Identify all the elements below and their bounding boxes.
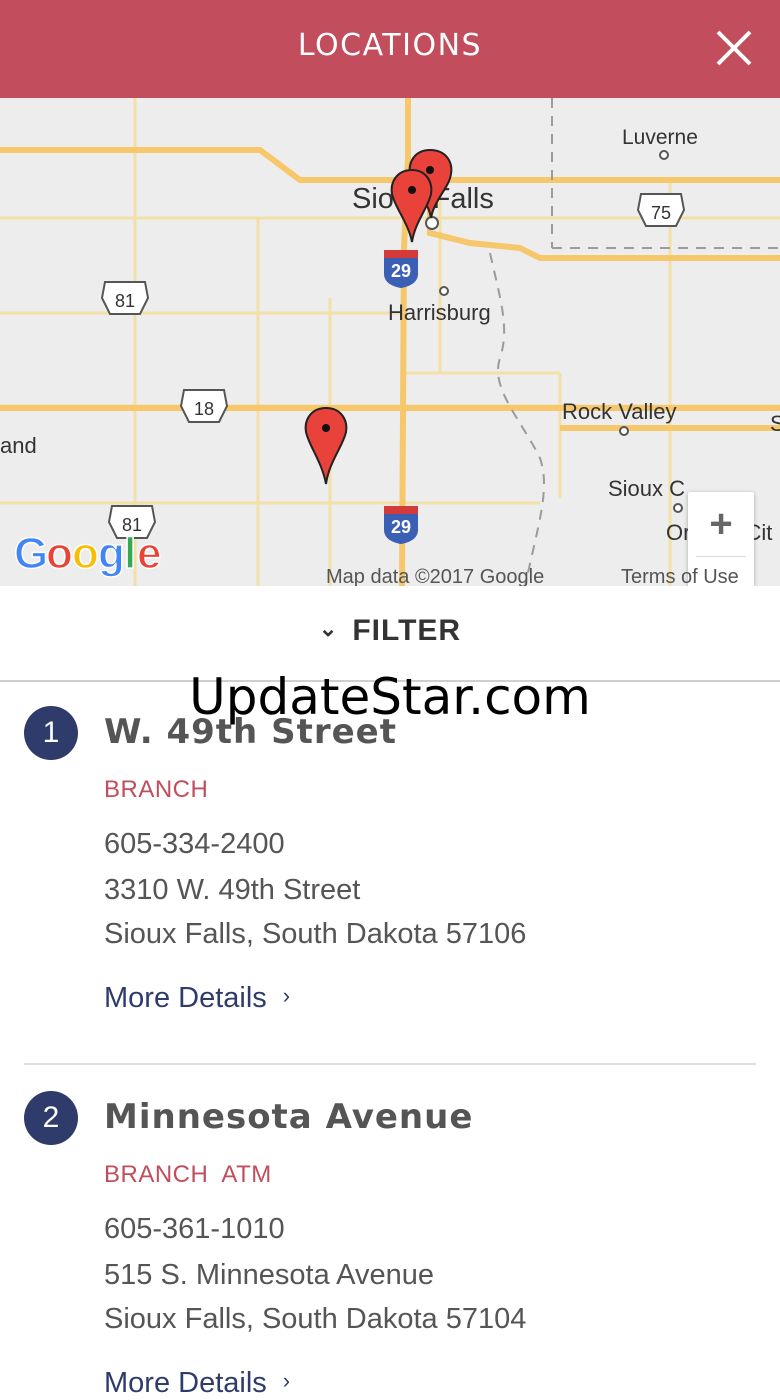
location-phone[interactable]: 605-361-1010 [104, 1213, 285, 1246]
interstate-shield-icon: 29 [384, 506, 418, 544]
location-number-badge: 2 [24, 1091, 78, 1145]
svg-text:o: o [72, 529, 99, 578]
more-details-label: More Details [104, 1367, 267, 1399]
location-name: W. 49th Street [104, 712, 397, 752]
svg-text:o: o [46, 529, 73, 578]
filter-bar: ⌄ FILTER [0, 586, 780, 682]
place-label: S [770, 411, 780, 436]
place-label: Sioux C [608, 476, 685, 501]
place-label: Rock Valley [562, 399, 677, 424]
close-icon [716, 30, 752, 66]
chevron-right-icon: › [282, 983, 291, 1008]
more-details-link[interactable]: More Details › [104, 1367, 290, 1400]
filter-label: FILTER [352, 614, 462, 647]
zoom-in-button[interactable]: + [688, 492, 754, 556]
map-canvas[interactable]: 29 29 81 18 81 75 Luverne Sioux Falls Ha… [0, 98, 780, 586]
more-details-label: More Details [104, 982, 267, 1014]
svg-text:g: g [98, 529, 125, 578]
shield-i29-b: 29 [391, 517, 411, 537]
page-title: LOCATIONS [297, 28, 483, 63]
place-label: and [0, 433, 37, 458]
us-route-shield-icon: 75 [636, 193, 686, 227]
zoom-divider [696, 556, 746, 557]
chevron-down-icon: ⌄ [318, 616, 339, 641]
svg-text:l: l [124, 529, 136, 578]
map-pin-icon[interactable] [304, 406, 348, 485]
location-address-line2: Sioux Falls, South Dakota 57106 [104, 918, 527, 950]
map-pin-icon[interactable] [390, 168, 433, 243]
header-bar: LOCATIONS [0, 0, 780, 98]
location-type: BRANCH ATM [104, 1161, 272, 1188]
svg-text:G: G [14, 529, 48, 578]
svg-text:e: e [137, 529, 161, 578]
filter-button[interactable]: ⌄ FILTER [0, 614, 780, 648]
shield-us75: 75 [651, 203, 671, 223]
location-number-badge: 1 [24, 706, 78, 760]
location-address-line2: Sioux Falls, South Dakota 57104 [104, 1303, 527, 1335]
shield-us18: 18 [194, 399, 214, 419]
location-name: Minnesota Avenue [104, 1097, 474, 1137]
more-details-link[interactable]: More Details › [104, 982, 290, 1015]
location-address-line1: 3310 W. 49th Street [104, 874, 361, 906]
us-route-shield-icon: 18 [179, 389, 229, 423]
google-logo: G o o g l e [13, 528, 162, 579]
chevron-right-icon: › [282, 1368, 291, 1393]
location-phone[interactable]: 605-334-2400 [104, 828, 285, 861]
shield-us81-a: 81 [115, 291, 135, 311]
location-address-line1: 515 S. Minnesota Avenue [104, 1259, 434, 1291]
shield-i29-a: 29 [391, 261, 411, 281]
us-route-shield-icon: 81 [100, 281, 150, 315]
place-label: Luverne [622, 126, 698, 149]
divider [24, 1063, 756, 1065]
interstate-shield-icon: 29 [384, 250, 418, 288]
close-button[interactable] [714, 28, 754, 68]
location-type: BRANCH [104, 776, 209, 803]
place-label: Harrisburg [388, 300, 491, 325]
map-view[interactable]: 29 29 81 18 81 75 Luverne Sioux Falls Ha… [0, 98, 780, 586]
